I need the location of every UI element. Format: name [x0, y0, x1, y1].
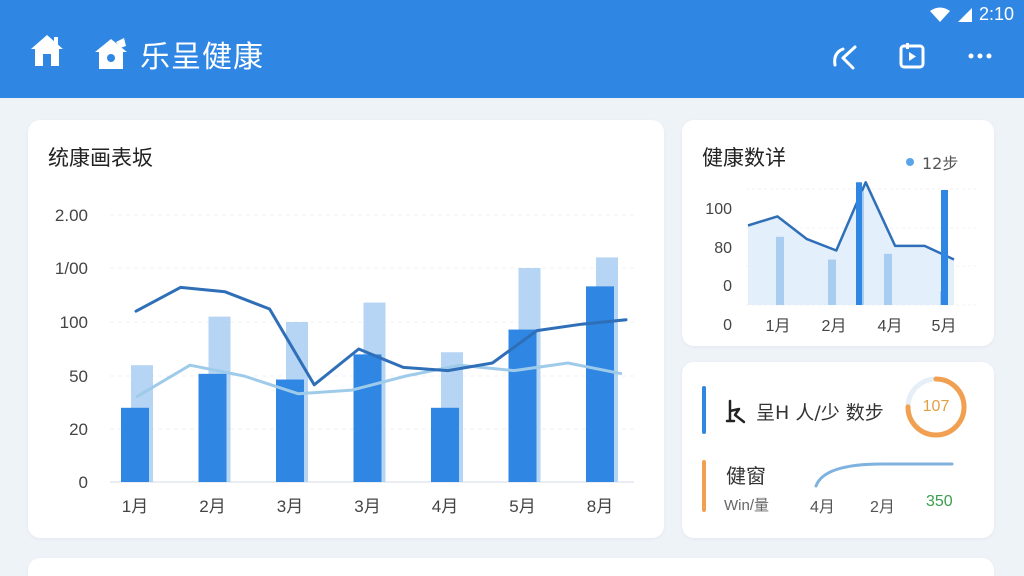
x-tick-label: 2月	[822, 318, 847, 335]
more-button[interactable]	[962, 38, 998, 74]
more-dots-icon	[968, 53, 992, 59]
x-tick-label: 2月	[199, 497, 225, 516]
gauge-value: 107	[922, 398, 950, 415]
y-tick-label: 0	[723, 317, 732, 334]
y-tick-label: 100	[60, 313, 88, 332]
y-tick-label: 0	[723, 278, 732, 295]
walker-icon	[725, 399, 746, 423]
bar-highlight	[941, 190, 948, 305]
bar-dark	[586, 286, 614, 482]
status-time: 2:10	[978, 4, 1014, 24]
y-tick-label: 50	[69, 367, 88, 386]
x-tick-label: 1月	[122, 497, 148, 516]
row2-value: 350	[926, 493, 953, 510]
x-tick-label: 4月	[878, 318, 903, 335]
y-tick-label: 100	[705, 201, 732, 218]
x-tick-label: 4月	[432, 497, 458, 516]
calendar-icon	[899, 43, 925, 69]
bar-highlight	[856, 182, 862, 305]
row2-sub-label: Win/量	[724, 497, 770, 514]
row2-tick-1: 4月	[810, 499, 835, 516]
bar-dark	[353, 354, 382, 482]
bar-dark	[198, 373, 227, 482]
row2-label: 健窗	[726, 464, 766, 488]
x-tick-label: 3月	[354, 497, 380, 516]
share-button[interactable]	[826, 38, 862, 74]
row1-accent-bar	[702, 386, 706, 434]
x-tick-label: 5月	[509, 497, 535, 516]
y-tick-label: 2.00	[55, 206, 88, 225]
x-tick-label: 8月	[587, 497, 613, 516]
wifi-icon	[929, 7, 950, 22]
y-tick-label: 80	[714, 240, 732, 257]
bar	[828, 259, 836, 305]
calendar-button[interactable]	[894, 38, 930, 74]
bar-dark	[508, 329, 537, 482]
bar	[776, 236, 784, 305]
x-tick-label: 1月	[766, 318, 791, 335]
main-chart-card: 统康画表坂 0 20 50 100 1/00 2.00 1月 2月 3月 3月 4月 5月 8月	[28, 120, 664, 538]
home-icon[interactable]	[28, 32, 66, 74]
y-tick-label: 0	[79, 473, 88, 492]
legend-dot-icon	[906, 158, 914, 166]
bar	[884, 253, 892, 305]
x-tick-label: 3月	[277, 497, 303, 516]
legend-label: 12步	[922, 154, 959, 173]
steps-row[interactable]: 呈H 人/少 数步	[724, 398, 884, 425]
signal-icon	[957, 7, 972, 22]
bottom-card	[28, 558, 994, 576]
main-chart: 0 20 50 100 1/00 2.00 1月 2月 3月 3月 4月 5月 8月	[55, 206, 634, 516]
status-bar: 2:10	[929, 4, 1014, 25]
y-tick-label: 1/00	[55, 259, 88, 278]
app-bar: 2:10 乐呈健康	[0, 0, 1024, 98]
bar-dark	[121, 407, 149, 482]
steps-label: 呈H 人/少 数步	[756, 402, 884, 424]
bar-dark	[431, 407, 459, 482]
data-card-legend: 12步	[906, 150, 958, 174]
x-tick-label: 5月	[932, 318, 957, 335]
share-arrow-icon	[833, 45, 857, 70]
y-tick-label: 20	[69, 420, 88, 439]
row2-trend-line	[814, 462, 954, 488]
row2-accent-bar	[702, 460, 706, 512]
logo-icon	[95, 38, 127, 69]
row2-tick-2: 2月	[870, 499, 895, 516]
app-title-group: 乐呈健康	[94, 32, 264, 76]
app-title: 乐呈健康	[140, 40, 264, 75]
